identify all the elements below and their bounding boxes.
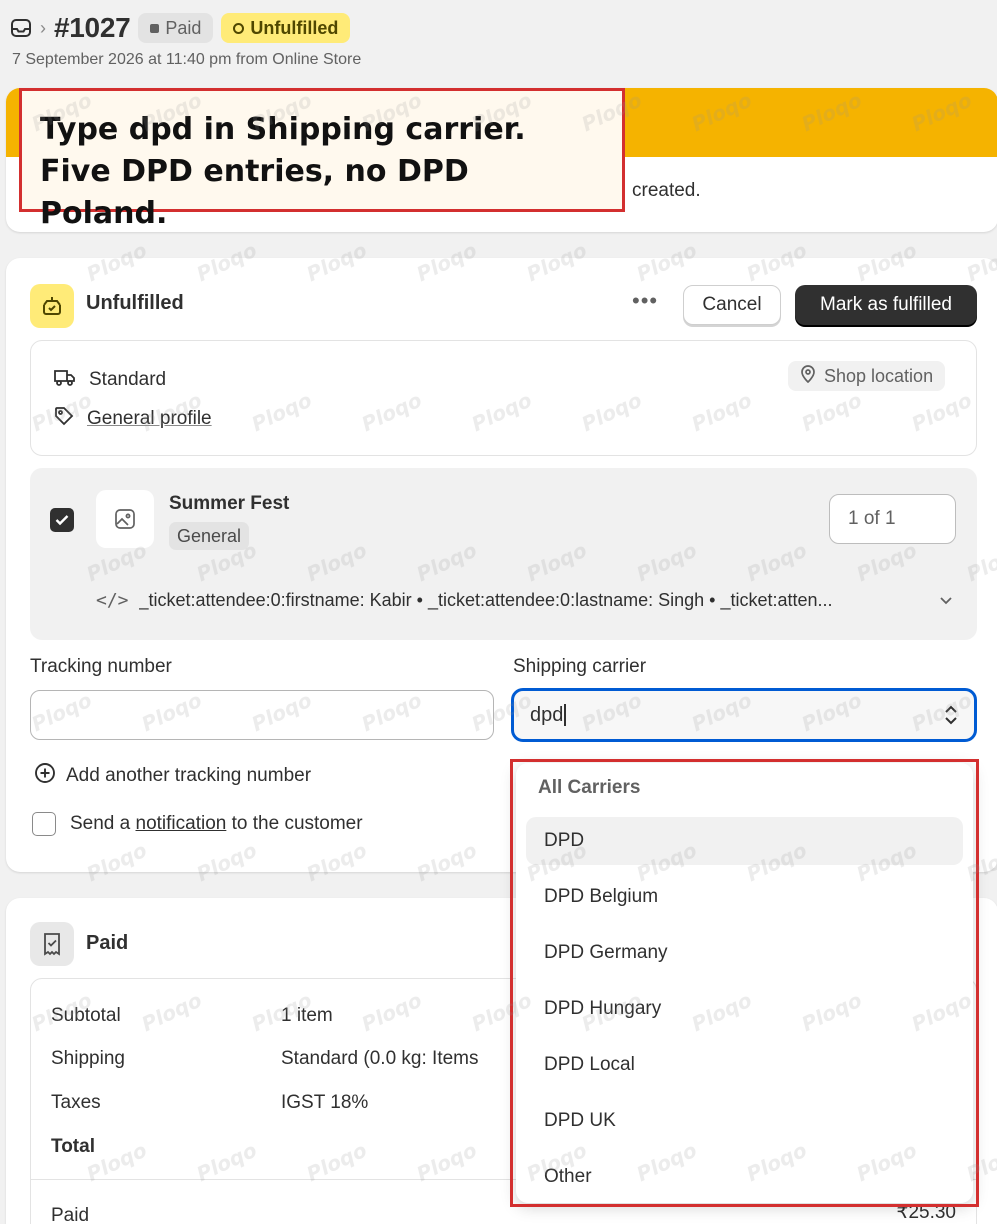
payment-status-badge: Paid <box>138 13 214 43</box>
product-image-placeholder-icon <box>96 490 154 548</box>
notification-link[interactable]: notification <box>136 813 227 834</box>
inbox-icon[interactable] <box>10 17 32 39</box>
cancel-button[interactable]: Cancel <box>683 285 781 325</box>
product-name: Summer Fest <box>169 493 290 514</box>
carrier-option-other[interactable]: Other <box>526 1153 963 1201</box>
location-pin-icon <box>800 364 816 388</box>
tracking-number-label: Tracking number <box>30 656 172 677</box>
order-subtitle: 7 September 2026 at 11:40 pm from Online… <box>12 51 362 68</box>
quantity-field[interactable]: 1 of 1 <box>829 494 956 544</box>
shipping-method-row: Standard <box>53 367 166 393</box>
shipping-label: Shipping <box>51 1048 125 1069</box>
shipping-method-box: Standard General profile Shop location <box>30 340 977 456</box>
carrier-dropdown: All Carriers DPD DPD Belgium DPD Germany… <box>516 763 973 1203</box>
carrier-option-dpd-uk[interactable]: DPD UK <box>526 1097 963 1145</box>
alert-message: created. <box>632 180 701 201</box>
total-label: Total <box>51 1136 95 1157</box>
line-item-properties-text: _ticket:attendee:0:firstname: Kabir • _t… <box>138 590 833 610</box>
code-icon: </> <box>96 590 129 611</box>
shipping-carrier-label: Shipping carrier <box>513 656 647 677</box>
more-actions-icon[interactable]: ••• <box>632 288 658 314</box>
carrier-option-dpd-hungary[interactable]: DPD Hungary <box>526 985 963 1033</box>
notify-suffix: to the customer <box>226 813 363 834</box>
text-cursor <box>564 704 567 726</box>
carrier-option-dpd[interactable]: DPD <box>526 817 963 865</box>
general-profile-link[interactable]: General profile <box>87 408 212 430</box>
send-notification-text: Send a notification to the customer <box>70 813 363 835</box>
send-notification-row[interactable]: Send a notification to the customer <box>32 812 363 836</box>
shipping-method-label: Standard <box>89 369 167 390</box>
send-notification-checkbox[interactable] <box>32 812 56 836</box>
fulfillment-status-badge: Unfulfilled <box>221 13 351 43</box>
carrier-option-dpd-germany[interactable]: DPD Germany <box>526 929 963 977</box>
breadcrumb-chevron-icon: › <box>40 17 46 38</box>
taxes-value: IGST 18% <box>281 1092 369 1113</box>
chevron-down-icon[interactable] <box>939 590 953 611</box>
notify-prefix: Send a <box>70 813 136 834</box>
dropdown-section-label: All Carriers <box>538 777 641 798</box>
shipping-value: Standard (0.0 kg: Items <box>281 1048 479 1069</box>
subtotal-label: Subtotal <box>51 1005 121 1026</box>
add-tracking-number-label: Add another tracking number <box>66 765 312 786</box>
paid-label: Paid <box>51 1205 90 1224</box>
fulfillment-title: Unfulfilled <box>86 292 184 314</box>
annotation-line-2: Five DPD entries, no DPD Poland. <box>40 154 469 231</box>
carrier-option-dpd-belgium[interactable]: DPD Belgium <box>526 873 963 921</box>
status-ring-icon <box>233 22 245 34</box>
select-arrows-icon[interactable] <box>944 703 958 729</box>
shipping-carrier-value: dpd <box>530 703 564 726</box>
line-item: Summer Fest General 1 of 1 </> _ticket:a… <box>30 468 977 640</box>
receipt-icon <box>30 922 74 966</box>
paid-amount: ₹25.30 <box>896 1202 956 1223</box>
payment-status-label: Paid <box>165 17 202 38</box>
payment-title: Paid <box>86 932 129 954</box>
order-header: › #1027 Paid Unfulfilled <box>10 12 351 44</box>
shop-location-badge[interactable]: Shop location <box>788 361 946 391</box>
instruction-annotation: Type dpd in Shipping carrier. Five DPD e… <box>19 88 625 231</box>
mark-as-fulfilled-button[interactable]: Mark as fulfilled <box>795 285 977 325</box>
truck-icon <box>53 367 77 393</box>
plus-circle-icon <box>34 762 56 790</box>
subtotal-value: 1 item <box>281 1005 333 1026</box>
status-dot-icon <box>150 23 160 33</box>
carrier-option-dpd-local[interactable]: DPD Local <box>526 1041 963 1089</box>
taxes-label: Taxes <box>51 1092 101 1113</box>
fulfillment-status-label: Unfulfilled <box>250 17 339 38</box>
shipping-profile-row: General profile <box>53 405 212 433</box>
product-variant-tag: General <box>169 522 250 550</box>
shipping-carrier-input[interactable]: dpd <box>511 688 977 742</box>
order-number: #1027 <box>54 12 131 43</box>
shop-location-label: Shop location <box>824 365 934 386</box>
add-tracking-number-button[interactable]: Add another tracking number <box>34 762 311 790</box>
tag-icon <box>53 405 75 433</box>
tracking-number-input[interactable] <box>30 690 494 740</box>
annotation-line-1: Type dpd in Shipping carrier. <box>40 112 526 147</box>
line-item-checkbox[interactable] <box>50 508 74 532</box>
fulfillment-icon <box>30 284 74 328</box>
line-item-properties[interactable]: </> _ticket:attendee:0:firstname: Kabir … <box>96 590 956 611</box>
